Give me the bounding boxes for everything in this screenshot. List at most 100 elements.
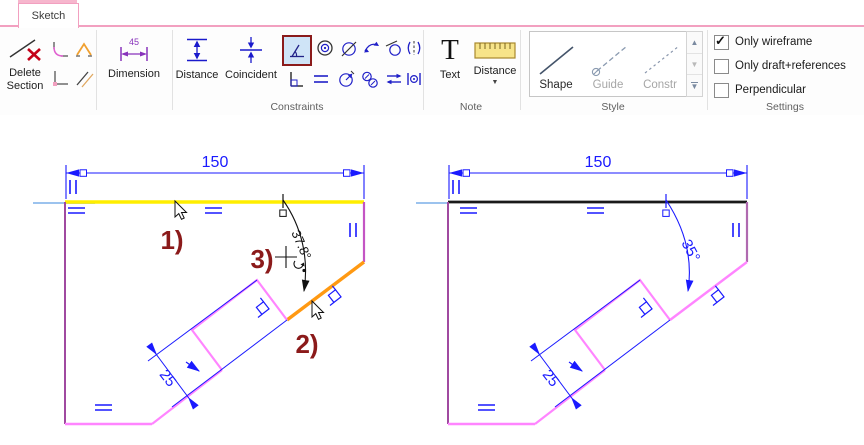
perpendicular-glyph[interactable]: [249, 297, 270, 318]
tab-bar: Sketch: [0, 0, 864, 28]
angle-constraint-icon: [290, 44, 304, 57]
dimension-grip[interactable]: [462, 169, 470, 177]
parallel-glyph[interactable]: [349, 223, 357, 237]
checkbox-box[interactable]: [714, 58, 729, 74]
equal-glyph[interactable]: [587, 207, 604, 214]
left-sketch: 150 25 37.8° 1) 2) 3): [33, 154, 366, 426]
delete-section-button[interactable]: Delete Section: [2, 30, 48, 93]
equal-radius-constraint-icon: [362, 71, 378, 88]
distance-constraint-button[interactable]: Distance: [173, 30, 221, 82]
diagonal-edge-selected[interactable]: [285, 260, 366, 322]
concentric-constraint-button[interactable]: [315, 38, 335, 58]
group-separator: [707, 30, 708, 110]
application-window: Sketch Delete Section 45 Dimension Dista…: [0, 0, 864, 445]
equal-constraint-button[interactable]: [311, 69, 331, 89]
coincident-constraint-button[interactable]: Coincident: [221, 30, 281, 82]
corner-button[interactable]: [50, 67, 71, 88]
corner-icon: [52, 70, 68, 86]
diameter-constraint-button[interactable]: [339, 38, 359, 58]
dimension-direction-arrow[interactable]: [185, 360, 200, 372]
chamfer-button[interactable]: [73, 38, 94, 59]
perpendicular-glyph[interactable]: [632, 297, 653, 318]
gallery-scroll-down-icon[interactable]: ▼: [687, 54, 702, 76]
angle-handle-grip[interactable]: [279, 209, 287, 217]
equal-radius-constraint-button[interactable]: [360, 69, 380, 89]
split-constraint-icon: [407, 41, 421, 55]
parallel-glyph[interactable]: [732, 223, 740, 237]
fillet-button[interactable]: [50, 38, 71, 59]
checkbox-box[interactable]: [714, 33, 729, 50]
gallery-scroll-up-icon[interactable]: ▲: [687, 32, 702, 54]
chevron-down-icon[interactable]: ▼: [492, 79, 499, 86]
mouse-cursor: [174, 199, 188, 220]
step-label-3: 3): [250, 244, 273, 274]
construction-line-icon: [644, 45, 680, 74]
dimension-arrow: [66, 169, 79, 177]
parallel-glyph[interactable]: [69, 180, 77, 194]
tab-sketch[interactable]: Sketch: [18, 3, 79, 28]
dimension-arrow: [449, 169, 462, 177]
style-gallery: Shape Guide Constr: [529, 31, 688, 97]
diameter-constraint-icon: [341, 41, 357, 57]
dimension-grip[interactable]: [79, 169, 87, 177]
style-item-shape[interactable]: Shape: [530, 32, 582, 94]
angle-constraint-button-selected[interactable]: [282, 35, 312, 66]
coincident-constraint-icon: [240, 37, 262, 63]
style-item-constr[interactable]: Constr: [634, 32, 686, 94]
group-separator: [96, 30, 97, 110]
distance-constraint-icon: [187, 38, 207, 62]
symmetric-constraint-button[interactable]: [404, 69, 424, 89]
dimension-arrow: [351, 169, 364, 177]
dimension-arrow: [529, 342, 540, 355]
gallery-expand-icon[interactable]: ▼: [687, 75, 702, 96]
split-constraint-button[interactable]: [404, 38, 424, 58]
style-item-guide[interactable]: Guide: [582, 32, 634, 94]
slot-dimension[interactable]: [530, 279, 671, 408]
setting-perpendicular[interactable]: Perpendicular: [714, 81, 806, 99]
equal-glyph[interactable]: [478, 404, 495, 411]
delete-section-icon: [9, 39, 41, 61]
width-dimension-value[interactable]: 150: [585, 154, 612, 171]
tangent-constraint-icon: [364, 41, 379, 53]
rotate-snap-icon: [293, 260, 306, 273]
angle-dimension-value[interactable]: 35°: [678, 237, 704, 265]
setting-only-wireframe[interactable]: Only wireframe: [714, 33, 812, 51]
chamfer-icon: [75, 41, 92, 57]
checkbox-box[interactable]: [714, 82, 729, 98]
dimension-grip[interactable]: [343, 169, 351, 177]
perpendicular-glyph[interactable]: [704, 285, 725, 306]
radius-constraint-button[interactable]: [336, 69, 356, 89]
diagonal-edge[interactable]: [669, 261, 748, 321]
slot-dimension-value[interactable]: 25: [539, 366, 563, 390]
style-item-label: Shape: [539, 79, 573, 91]
sketch-canvas[interactable]: 150 25 37.8° 1) 2) 3) 150 25 35°: [0, 115, 864, 445]
slot-dimension-value[interactable]: 25: [156, 366, 180, 390]
distance-note-button[interactable]: Distance ▼: [470, 30, 520, 86]
text-note-button[interactable]: T Text: [428, 30, 472, 82]
perpendicular-constraint-button[interactable]: [286, 69, 306, 89]
equal-glyph[interactable]: [205, 207, 222, 214]
width-dimension-value[interactable]: 150: [202, 154, 229, 171]
dimension-grip[interactable]: [726, 169, 734, 177]
step-label-2: 2): [295, 329, 318, 359]
dimension-direction-arrow[interactable]: [568, 360, 583, 372]
style-gallery-scrollbar: ▲ ▼ ▼: [686, 31, 703, 97]
trim-extend-button[interactable]: [73, 67, 94, 88]
slot-dimension[interactable]: [147, 279, 288, 408]
equal-glyph[interactable]: [460, 207, 477, 214]
parallel-constraint-button[interactable]: [384, 69, 404, 89]
dimension-button[interactable]: 45 Dimension: [98, 30, 170, 81]
touch-constraint-button[interactable]: [384, 38, 404, 58]
tangent-constraint-button[interactable]: [362, 38, 382, 58]
concentric-constraint-icon: [317, 40, 333, 56]
equal-glyph[interactable]: [95, 404, 112, 411]
equal-glyph[interactable]: [68, 207, 85, 214]
setting-only-draft-references[interactable]: Only draft+references: [714, 57, 846, 75]
angle-handle-grip[interactable]: [662, 209, 670, 217]
group-separator: [520, 30, 521, 110]
parallel-glyph[interactable]: [452, 180, 460, 194]
ruler-icon: [474, 42, 516, 59]
radius-constraint-icon: [339, 70, 355, 87]
dimension-icon: 45: [120, 37, 148, 61]
perpendicular-constraint-icon: [290, 72, 303, 87]
